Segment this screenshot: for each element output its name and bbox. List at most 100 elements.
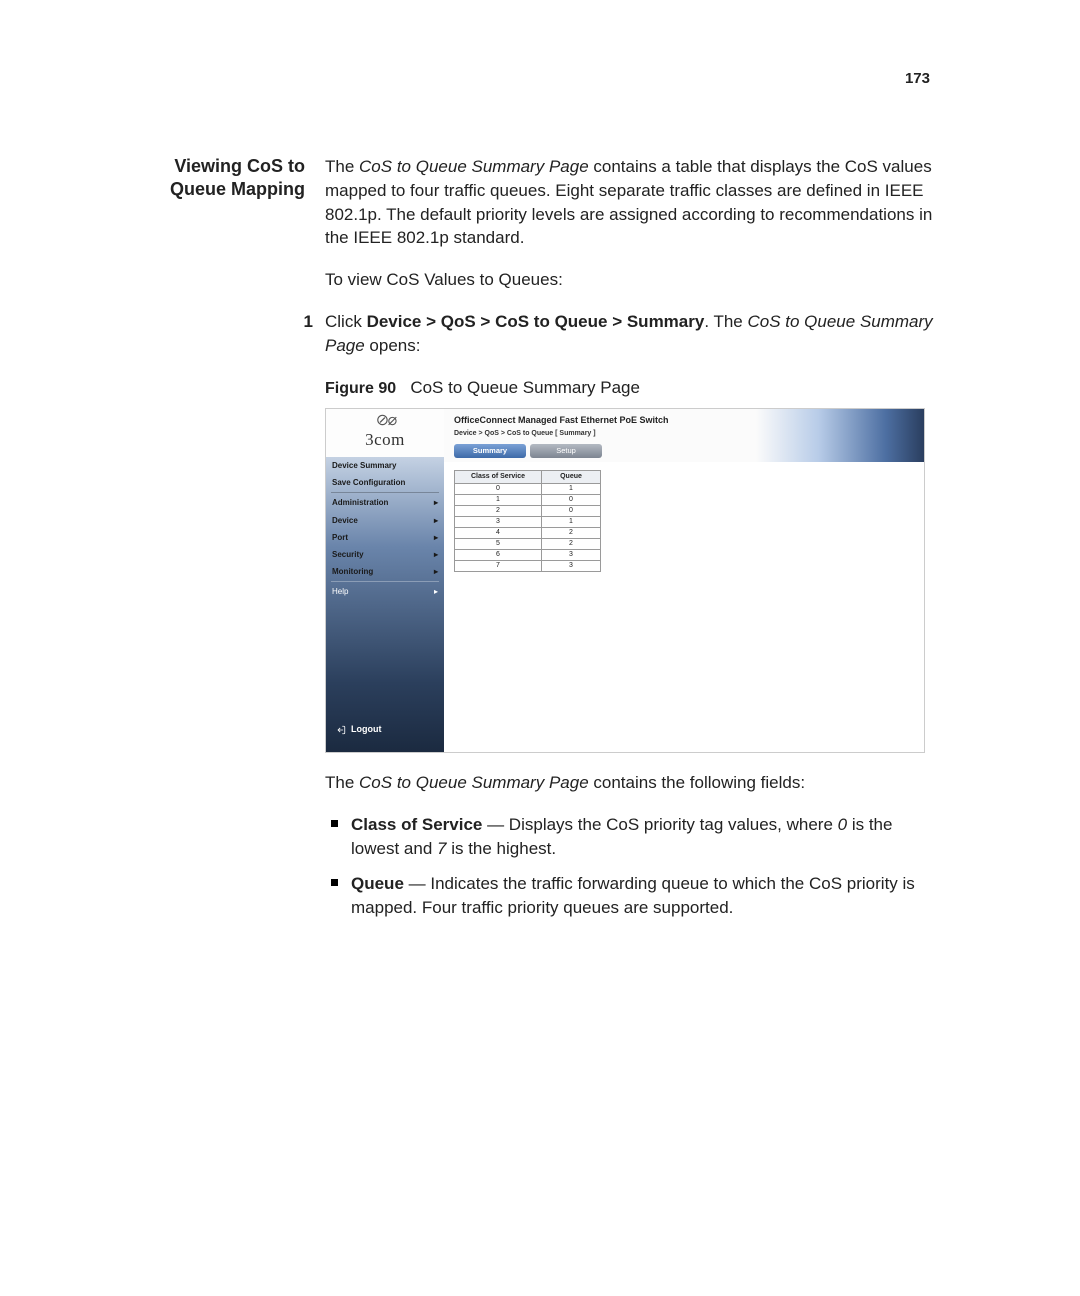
table-row: 73 <box>455 561 601 572</box>
brand-name: 3com <box>365 428 405 452</box>
sidebar-item-device[interactable]: Device ▸ <box>326 512 444 529</box>
list-item: Queue — Indicates the traffic forwarding… <box>325 872 940 920</box>
tab-strip: Summary Setup <box>444 444 924 462</box>
embedded-screenshot: ⊘ ⌀ 3com Device Summary Save Configurati… <box>325 408 925 753</box>
cell-cos: 0 <box>455 484 542 495</box>
value-italic: 0 <box>838 815 847 834</box>
tab-setup[interactable]: Setup <box>530 444 602 458</box>
section-heading-line1: Viewing CoS to <box>174 156 305 176</box>
breadcrumb: Device > QoS > CoS to Queue [ Summary ] <box>444 429 924 445</box>
table-row: 63 <box>455 550 601 561</box>
tab-summary[interactable]: Summary <box>454 444 526 458</box>
page-name-italic: CoS to Queue Summary Page <box>359 157 589 176</box>
field-list: Class of Service — Displays the CoS prio… <box>325 813 940 920</box>
text: — Displays the CoS priority tag values, … <box>482 815 837 834</box>
sidebar-item-security[interactable]: Security ▸ <box>326 546 444 563</box>
page-container: 173 Viewing CoS to Queue Mapping The CoS… <box>0 0 1080 992</box>
logout-label: Logout <box>351 723 382 736</box>
sidebar-item-label: Administration <box>332 497 388 508</box>
section-heading: Viewing CoS to Queue Mapping <box>130 155 305 202</box>
text: is the highest. <box>446 839 556 858</box>
figure-number: Figure 90 <box>325 380 396 397</box>
text: . The <box>704 312 747 331</box>
sidebar-item-save-configuration[interactable]: Save Configuration <box>326 474 444 491</box>
text: contains the following fields: <box>589 773 805 792</box>
text: The <box>325 157 359 176</box>
cell-queue: 2 <box>542 528 601 539</box>
logout-button[interactable]: Logout <box>326 715 444 752</box>
text: — Indicates the traffic forwarding queue… <box>351 874 915 917</box>
step-text: Click Device > QoS > CoS to Queue > Summ… <box>325 310 940 358</box>
sidebar-item-device-summary[interactable]: Device Summary <box>326 457 444 474</box>
brand-logo: ⊘ ⌀ 3com <box>326 409 444 457</box>
text: The <box>325 773 359 792</box>
chevron-right-icon: ▸ <box>434 586 438 597</box>
page-number: 173 <box>905 70 930 87</box>
table-row: 42 <box>455 528 601 539</box>
body-column: The CoS to Queue Summary Page contains a… <box>325 155 940 932</box>
tab-body: Class of Service Queue 01 10 20 31 42 5 <box>444 462 924 752</box>
sidebar-item-monitoring[interactable]: Monitoring ▸ <box>326 563 444 580</box>
sidebar-divider <box>331 492 439 493</box>
table-row: 52 <box>455 539 601 550</box>
chevron-right-icon: ▸ <box>434 497 438 508</box>
field-name: Class of Service <box>351 815 482 834</box>
sidebar-item-port[interactable]: Port ▸ <box>326 529 444 546</box>
cos-queue-table: Class of Service Queue 01 10 20 31 42 5 <box>454 470 601 572</box>
sidebar-item-help[interactable]: Help ▸ <box>326 583 444 600</box>
cell-cos: 2 <box>455 506 542 517</box>
figure-caption: Figure 90 CoS to Queue Summary Page <box>325 376 940 400</box>
after-screenshot-paragraph: The CoS to Queue Summary Page contains t… <box>325 771 940 795</box>
cell-queue: 0 <box>542 506 601 517</box>
content-columns: Viewing CoS to Queue Mapping The CoS to … <box>130 155 940 932</box>
figure-title: CoS to Queue Summary Page <box>410 378 640 397</box>
text: Click <box>325 312 367 331</box>
section-heading-column: Viewing CoS to Queue Mapping <box>130 155 325 932</box>
step-1: 1 Click Device > QoS > CoS to Queue > Su… <box>325 310 940 358</box>
text: opens: <box>365 336 421 355</box>
chevron-right-icon: ▸ <box>434 532 438 543</box>
cell-cos: 3 <box>455 517 542 528</box>
step-number: 1 <box>297 310 325 358</box>
main-panel: OfficeConnect Managed Fast Ethernet PoE … <box>444 409 924 752</box>
sidebar-item-label: Device <box>332 515 358 526</box>
cell-cos: 1 <box>455 495 542 506</box>
sidebar-item-label: Help <box>332 586 348 597</box>
cell-queue: 1 <box>542 517 601 528</box>
column-header-cos: Class of Service <box>455 471 542 484</box>
cell-queue: 2 <box>542 539 601 550</box>
nav-path-bold: Device > QoS > CoS to Queue > Summary <box>367 312 705 331</box>
swirl-icon: ⊘ ⌀ <box>376 414 394 428</box>
cell-cos: 5 <box>455 539 542 550</box>
lead-in: To view CoS Values to Queues: <box>325 268 940 292</box>
sidebar-spacer <box>326 600 444 715</box>
sidebar-divider <box>331 581 439 582</box>
logout-icon <box>336 725 346 735</box>
chevron-right-icon: ▸ <box>434 566 438 577</box>
cell-cos: 4 <box>455 528 542 539</box>
cell-queue: 1 <box>542 484 601 495</box>
sidebar: ⊘ ⌀ 3com Device Summary Save Configurati… <box>326 409 444 752</box>
cell-queue: 3 <box>542 561 601 572</box>
sidebar-item-label: Port <box>332 532 348 543</box>
intro-paragraph: The CoS to Queue Summary Page contains a… <box>325 155 940 250</box>
table-row: 01 <box>455 484 601 495</box>
table-row: 10 <box>455 495 601 506</box>
column-header-queue: Queue <box>542 471 601 484</box>
table-row: 20 <box>455 506 601 517</box>
sidebar-item-administration[interactable]: Administration ▸ <box>326 494 444 511</box>
app-title: OfficeConnect Managed Fast Ethernet PoE … <box>444 409 924 429</box>
sidebar-item-label: Security <box>332 549 364 560</box>
chevron-right-icon: ▸ <box>434 549 438 560</box>
page-name-italic: CoS to Queue Summary Page <box>359 773 589 792</box>
cell-queue: 3 <box>542 550 601 561</box>
sidebar-item-label: Device Summary <box>332 460 396 471</box>
sidebar-item-label: Save Configuration <box>332 477 405 488</box>
section-heading-line2: Queue Mapping <box>170 179 305 199</box>
sidebar-item-label: Monitoring <box>332 566 373 577</box>
table-row: 31 <box>455 517 601 528</box>
cell-cos: 6 <box>455 550 542 561</box>
chevron-right-icon: ▸ <box>434 515 438 526</box>
cell-cos: 7 <box>455 561 542 572</box>
field-name: Queue <box>351 874 404 893</box>
